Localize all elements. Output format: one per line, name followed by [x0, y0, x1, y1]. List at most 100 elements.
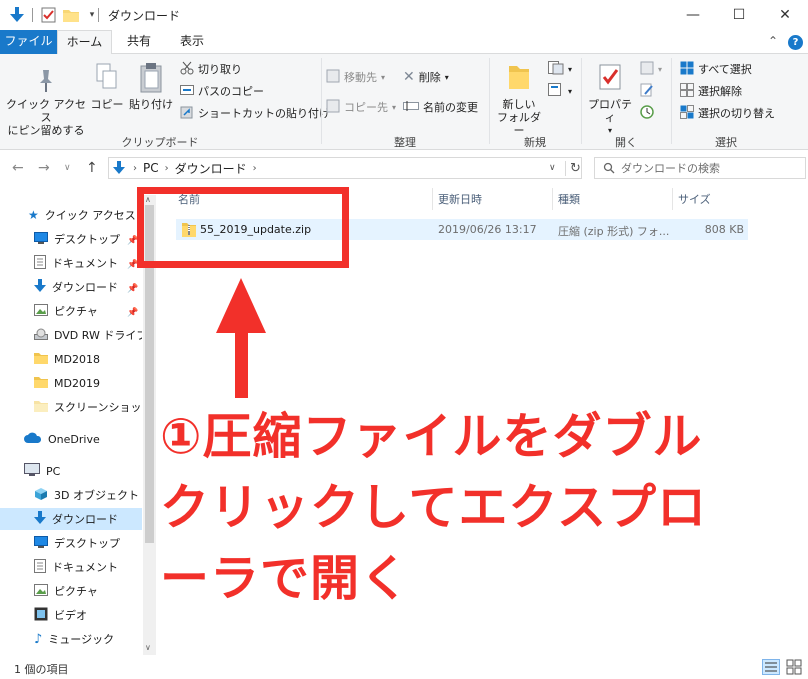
group-separator — [489, 58, 490, 144]
invert-selection-icon — [680, 104, 694, 122]
nav-item-3d-objects[interactable]: 3D オブジェクト — [0, 484, 142, 506]
paste-shortcut-button[interactable]: ショートカットの貼り付け — [180, 104, 330, 122]
ribbon-home: クイック アクセス にピン留めする コピー 貼り付け 切り取り パスのコピー シ… — [0, 54, 808, 150]
annotation-text-line-2: クリックしてエクスプロ — [160, 479, 708, 536]
file-type: 圧縮 (zip 形式) フォ... — [558, 225, 670, 238]
nav-item-downloads-pc[interactable]: ダウンロード — [0, 508, 142, 530]
scroll-down-icon[interactable]: ∨ — [145, 643, 151, 652]
tab-home[interactable]: ホーム — [57, 30, 112, 55]
open-button[interactable]: ▾ — [640, 60, 662, 78]
new-folder-quick-icon[interactable] — [62, 6, 80, 24]
column-header-modified[interactable]: 更新日時 — [438, 188, 482, 212]
select-none-button[interactable]: 選択解除 — [680, 82, 742, 100]
cloud-icon — [24, 432, 42, 447]
edit-button[interactable] — [640, 82, 654, 100]
nav-item-screenshots[interactable]: スクリーンショット — [0, 396, 142, 418]
pin-quick-access-button[interactable]: クイック アクセス にピン留めする — [6, 68, 86, 137]
column-divider[interactable] — [552, 188, 553, 210]
nav-item-md2019[interactable]: MD2019 — [0, 372, 142, 394]
forward-arrow-icon[interactable]: → — [38, 160, 50, 176]
refresh-icon[interactable]: ↻ — [565, 160, 581, 176]
close-button[interactable]: ✕ — [762, 0, 808, 30]
details-view-icon[interactable] — [762, 659, 780, 678]
recent-locations-icon[interactable]: ∨ — [64, 163, 71, 173]
paste-button[interactable]: 貼り付け — [128, 62, 174, 111]
3d-cube-icon — [34, 487, 48, 504]
address-bar[interactable]: › PC › ダウンロード › ∨ ↻ — [108, 157, 582, 179]
breadcrumb-pc[interactable]: PC — [143, 161, 159, 175]
nav-item-desktop-pc[interactable]: デスクトップ — [0, 532, 142, 554]
nav-item-downloads[interactable]: ダウンロード — [0, 276, 142, 298]
copy-icon — [88, 62, 126, 98]
minimize-button[interactable]: — — [670, 0, 716, 30]
search-input[interactable]: ダウンロードの検索 — [594, 157, 806, 179]
nav-item-pictures-pc[interactable]: ピクチャ — [0, 580, 142, 602]
rename-button[interactable]: 名前の変更 — [403, 98, 478, 116]
tab-share[interactable]: 共有 — [114, 30, 164, 54]
tab-view[interactable]: 表示 — [166, 30, 218, 54]
pin-icon[interactable]: 📌 — [127, 308, 138, 318]
maximize-button[interactable]: ☐ — [716, 0, 762, 30]
ribbon-collapse-icon[interactable]: ⌃ — [768, 34, 778, 48]
copy-path-button[interactable]: パスのコピー — [180, 82, 264, 100]
new-item-icon — [548, 60, 564, 78]
group-separator — [581, 58, 582, 144]
ribbon-tabs: ファイル ホーム 共有 表示 — [0, 30, 808, 55]
large-icons-view-icon[interactable] — [786, 659, 802, 678]
file-modified: 2019/06/26 13:17 — [438, 223, 537, 236]
new-item-button[interactable]: ▾ — [548, 60, 572, 78]
nav-item-pictures[interactable]: ピクチャ — [0, 300, 142, 322]
select-all-button[interactable]: すべて選択 — [680, 60, 752, 78]
select-all-icon — [680, 61, 694, 78]
group-separator — [321, 58, 322, 144]
back-arrow-icon[interactable]: ← — [12, 160, 24, 176]
download-arrow-icon — [8, 6, 26, 24]
annotation-arrow-shaft — [235, 330, 248, 398]
nav-item-md2018[interactable]: MD2018 — [0, 348, 142, 370]
computer-icon — [24, 463, 40, 479]
move-to-button[interactable]: 移動先 ▾ — [326, 68, 385, 86]
copy-button[interactable]: コピー — [88, 62, 126, 111]
address-dropdown-icon[interactable]: ∨ — [549, 163, 556, 173]
column-header-size[interactable]: サイズ — [678, 188, 711, 212]
column-header-type[interactable]: 種類 — [558, 188, 580, 212]
properties-quick-icon[interactable] — [40, 6, 58, 24]
search-icon — [603, 162, 615, 174]
cut-button[interactable]: 切り取り — [180, 60, 242, 78]
easy-access-button[interactable]: ▾ — [548, 82, 572, 100]
nav-item-music[interactable]: ♪ ミュージック — [0, 628, 142, 650]
properties-button[interactable]: プロパティ ▾ — [584, 62, 636, 137]
separator — [96, 6, 102, 24]
item-count: 1 個の項目 — [14, 663, 69, 676]
nav-pc[interactable]: PC — [0, 460, 142, 482]
nav-quick-access[interactable]: ★ クイック アクセス — [0, 204, 142, 226]
tab-file[interactable]: ファイル — [0, 30, 57, 54]
pictures-icon — [34, 583, 48, 599]
history-button[interactable] — [640, 104, 654, 122]
nav-item-videos[interactable]: ビデオ — [0, 604, 142, 626]
nav-item-dvd-drive[interactable]: DVD RW ドライブ ( — [0, 324, 142, 346]
copy-path-icon — [180, 84, 194, 99]
dvd-drive-icon — [34, 328, 48, 343]
nav-item-documents-pc[interactable]: ドキュメント — [0, 556, 142, 578]
delete-x-icon: ✕ — [403, 69, 415, 85]
breadcrumb-downloads[interactable]: ダウンロード — [175, 160, 247, 177]
properties-icon — [584, 62, 636, 98]
pin-icon — [6, 68, 86, 98]
copy-to-button[interactable]: コピー先 ▾ — [326, 98, 396, 116]
rename-icon — [403, 100, 419, 115]
nav-item-documents[interactable]: ドキュメント — [0, 252, 142, 274]
help-icon[interactable]: ? — [788, 35, 803, 50]
delete-button[interactable]: ✕ 削除 ▾ — [403, 68, 449, 86]
column-divider[interactable] — [672, 188, 673, 210]
nav-item-desktop[interactable]: デスクトップ — [0, 228, 142, 250]
nav-onedrive[interactable]: OneDrive — [0, 428, 142, 450]
up-arrow-icon[interactable]: ↑ — [86, 160, 98, 176]
download-arrow-icon — [34, 510, 46, 528]
invert-selection-button[interactable]: 選択の切り替え — [680, 104, 775, 122]
pin-icon[interactable]: 📌 — [127, 284, 138, 294]
column-divider[interactable] — [432, 188, 433, 210]
new-folder-icon — [494, 62, 544, 98]
new-folder-button[interactable]: 新しい フォルダー — [494, 62, 544, 137]
open-icon — [640, 61, 654, 78]
